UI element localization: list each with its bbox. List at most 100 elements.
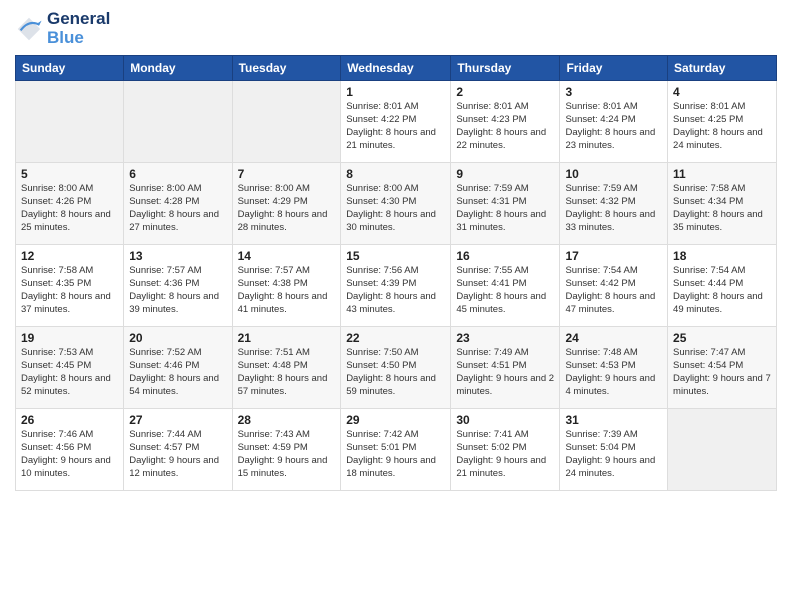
calendar-cell: 23 Sunrise: 7:49 AM Sunset: 4:51 PM Dayli…	[451, 327, 560, 409]
day-number: 14	[238, 249, 336, 263]
day-number: 6	[129, 167, 226, 181]
calendar-cell: 31Sunrise: 7:39 AM Sunset: 5:04 PM Dayli…	[560, 409, 668, 491]
day-content: Sunrise: 8:00 AM Sunset: 4:29 PM Dayligh…	[238, 183, 336, 234]
calendar-cell: 16 Sunrise: 7:55 AM Sunset: 4:41 PM Dayli…	[451, 245, 560, 327]
day-content: Sunrise: 7:54 AM Sunset: 4:44 PM Dayligh…	[673, 265, 771, 316]
day-content: Sunrise: 7:58 AM Sunset: 4:35 PM Dayligh…	[21, 265, 118, 316]
calendar-cell: 12Sunrise: 7:58 AM Sunset: 4:35 PM Dayli…	[16, 245, 124, 327]
calendar-cell: 15Sunrise: 7:56 AM Sunset: 4:39 PM Dayli…	[341, 245, 451, 327]
day-number: 20	[129, 331, 226, 345]
calendar-cell: 8Sunrise: 8:00 AM Sunset: 4:30 PM Daylig…	[341, 163, 451, 245]
day-number: 30	[456, 413, 554, 427]
day-number: 19	[21, 331, 118, 345]
day-content: Sunrise: 8:01 AM Sunset: 4:24 PM Dayligh…	[565, 101, 662, 152]
weekday-header-row: SundayMondayTuesdayWednesdayThursdayFrid…	[16, 56, 777, 81]
week-row-1: 1Sunrise: 8:01 AM Sunset: 4:22 PM Daylig…	[16, 81, 777, 163]
day-number: 26	[21, 413, 118, 427]
calendar-cell: 9 Sunrise: 7:59 AM Sunset: 4:31 PM Daylig…	[451, 163, 560, 245]
day-content: Sunrise: 8:00 AM Sunset: 4:30 PM Dayligh…	[346, 183, 445, 234]
day-number: 16	[456, 249, 554, 263]
calendar-cell: 24 Sunrise: 7:48 AM Sunset: 4:53 PM Dayli…	[560, 327, 668, 409]
day-number: 2	[456, 85, 554, 99]
weekday-header-tuesday: Tuesday	[232, 56, 341, 81]
day-number: 21	[238, 331, 336, 345]
calendar-cell: 22 Sunrise: 7:50 AM Sunset: 4:50 PM Dayli…	[341, 327, 451, 409]
calendar-cell: 13Sunrise: 7:57 AM Sunset: 4:36 PM Dayli…	[124, 245, 232, 327]
week-row-2: 5Sunrise: 8:00 AM Sunset: 4:26 PM Daylig…	[16, 163, 777, 245]
day-content: Sunrise: 7:51 AM Sunset: 4:48 PM Dayligh…	[238, 347, 336, 398]
day-content: Sunrise: 7:47 AM Sunset: 4:54 PM Dayligh…	[673, 347, 771, 398]
day-number: 22	[346, 331, 445, 345]
calendar-cell: 6 Sunrise: 8:00 AM Sunset: 4:28 PM Daylig…	[124, 163, 232, 245]
day-content: Sunrise: 7:46 AM Sunset: 4:56 PM Dayligh…	[21, 429, 118, 480]
weekday-header-sunday: Sunday	[16, 56, 124, 81]
calendar-cell: 21 Sunrise: 7:51 AM Sunset: 4:48 PM Dayli…	[232, 327, 341, 409]
day-content: Sunrise: 7:48 AM Sunset: 4:53 PM Dayligh…	[565, 347, 662, 398]
day-content: Sunrise: 7:59 AM Sunset: 4:32 PM Dayligh…	[565, 183, 662, 234]
calendar-cell: 26 Sunrise: 7:46 AM Sunset: 4:56 PM Dayli…	[16, 409, 124, 491]
calendar-cell: 17 Sunrise: 7:54 AM Sunset: 4:42 PM Dayli…	[560, 245, 668, 327]
weekday-header-saturday: Saturday	[668, 56, 777, 81]
day-content: Sunrise: 7:57 AM Sunset: 4:38 PM Dayligh…	[238, 265, 336, 316]
calendar-cell: 11 Sunrise: 7:58 AM Sunset: 4:34 PM Dayli…	[668, 163, 777, 245]
logo-icon	[15, 15, 43, 43]
calendar-cell: 25 Sunrise: 7:47 AM Sunset: 4:54 PM Dayli…	[668, 327, 777, 409]
day-content: Sunrise: 8:00 AM Sunset: 4:28 PM Dayligh…	[129, 183, 226, 234]
calendar-cell: 5Sunrise: 8:00 AM Sunset: 4:26 PM Daylig…	[16, 163, 124, 245]
day-number: 17	[565, 249, 662, 263]
calendar-cell: 4 Sunrise: 8:01 AM Sunset: 4:25 PM Daylig…	[668, 81, 777, 163]
day-content: Sunrise: 7:52 AM Sunset: 4:46 PM Dayligh…	[129, 347, 226, 398]
day-content: Sunrise: 8:00 AM Sunset: 4:26 PM Dayligh…	[21, 183, 118, 234]
week-row-3: 12Sunrise: 7:58 AM Sunset: 4:35 PM Dayli…	[16, 245, 777, 327]
day-number: 15	[346, 249, 445, 263]
day-number: 18	[673, 249, 771, 263]
calendar-cell	[16, 81, 124, 163]
day-content: Sunrise: 8:01 AM Sunset: 4:23 PM Dayligh…	[456, 101, 554, 152]
calendar-cell: 10 Sunrise: 7:59 AM Sunset: 4:32 PM Dayli…	[560, 163, 668, 245]
day-number: 9	[456, 167, 554, 181]
day-content: Sunrise: 7:44 AM Sunset: 4:57 PM Dayligh…	[129, 429, 226, 480]
day-number: 25	[673, 331, 771, 345]
day-content: Sunrise: 7:53 AM Sunset: 4:45 PM Dayligh…	[21, 347, 118, 398]
day-number: 11	[673, 167, 771, 181]
day-content: Sunrise: 7:42 AM Sunset: 5:01 PM Dayligh…	[346, 429, 445, 480]
day-content: Sunrise: 7:59 AM Sunset: 4:31 PM Dayligh…	[456, 183, 554, 234]
calendar-table: SundayMondayTuesdayWednesdayThursdayFrid…	[15, 55, 777, 491]
weekday-header-monday: Monday	[124, 56, 232, 81]
day-number: 24	[565, 331, 662, 345]
day-number: 23	[456, 331, 554, 345]
day-number: 27	[129, 413, 226, 427]
day-number: 7	[238, 167, 336, 181]
main-container: General Blue SundayMondayTuesdayWednesda…	[0, 0, 792, 501]
day-content: Sunrise: 7:49 AM Sunset: 4:51 PM Dayligh…	[456, 347, 554, 398]
day-number: 31	[565, 413, 662, 427]
day-number: 29	[346, 413, 445, 427]
weekday-header-friday: Friday	[560, 56, 668, 81]
day-number: 28	[238, 413, 336, 427]
day-number: 13	[129, 249, 226, 263]
calendar-cell: 30 Sunrise: 7:41 AM Sunset: 5:02 PM Dayli…	[451, 409, 560, 491]
weekday-header-wednesday: Wednesday	[341, 56, 451, 81]
calendar-cell	[124, 81, 232, 163]
day-content: Sunrise: 7:54 AM Sunset: 4:42 PM Dayligh…	[565, 265, 662, 316]
week-row-4: 19 Sunrise: 7:53 AM Sunset: 4:45 PM Dayli…	[16, 327, 777, 409]
weekday-header-thursday: Thursday	[451, 56, 560, 81]
day-number: 4	[673, 85, 771, 99]
calendar-cell: 14 Sunrise: 7:57 AM Sunset: 4:38 PM Dayli…	[232, 245, 341, 327]
day-content: Sunrise: 7:58 AM Sunset: 4:34 PM Dayligh…	[673, 183, 771, 234]
day-content: Sunrise: 7:50 AM Sunset: 4:50 PM Dayligh…	[346, 347, 445, 398]
day-content: Sunrise: 7:55 AM Sunset: 4:41 PM Dayligh…	[456, 265, 554, 316]
calendar-cell: 19 Sunrise: 7:53 AM Sunset: 4:45 PM Dayli…	[16, 327, 124, 409]
day-content: Sunrise: 7:41 AM Sunset: 5:02 PM Dayligh…	[456, 429, 554, 480]
day-number: 10	[565, 167, 662, 181]
calendar-cell: 20 Sunrise: 7:52 AM Sunset: 4:46 PM Dayli…	[124, 327, 232, 409]
calendar-cell: 7 Sunrise: 8:00 AM Sunset: 4:29 PM Daylig…	[232, 163, 341, 245]
day-content: Sunrise: 8:01 AM Sunset: 4:22 PM Dayligh…	[346, 101, 445, 152]
day-content: Sunrise: 8:01 AM Sunset: 4:25 PM Dayligh…	[673, 101, 771, 152]
calendar-cell: 27 Sunrise: 7:44 AM Sunset: 4:57 PM Dayli…	[124, 409, 232, 491]
week-row-5: 26 Sunrise: 7:46 AM Sunset: 4:56 PM Dayli…	[16, 409, 777, 491]
calendar-cell: 1Sunrise: 8:01 AM Sunset: 4:22 PM Daylig…	[341, 81, 451, 163]
logo: General Blue	[15, 10, 110, 47]
day-number: 3	[565, 85, 662, 99]
calendar-cell: 3 Sunrise: 8:01 AM Sunset: 4:24 PM Daylig…	[560, 81, 668, 163]
